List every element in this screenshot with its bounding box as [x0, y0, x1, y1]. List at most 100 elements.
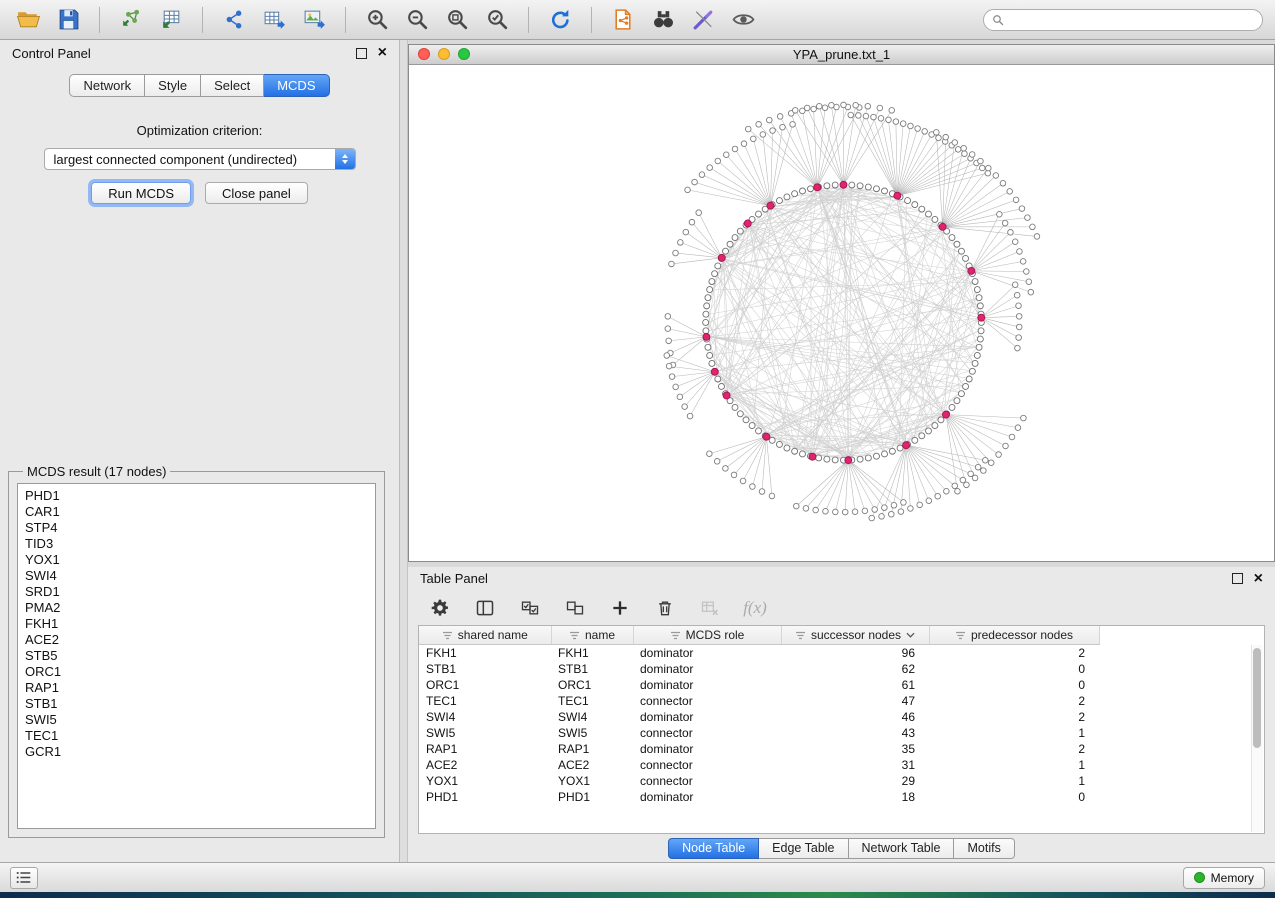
show-column-panel-button[interactable] [473, 596, 497, 620]
network-dominator-node[interactable] [978, 314, 985, 321]
network-leaf-node[interactable] [1030, 224, 1036, 230]
network-node[interactable] [977, 303, 983, 309]
network-leaf-node[interactable] [1016, 324, 1022, 330]
tab-edge-table[interactable]: Edge Table [759, 838, 848, 859]
mcds-result-item[interactable]: ORC1 [25, 664, 368, 680]
network-node[interactable] [978, 328, 984, 334]
network-leaf-node[interactable] [1013, 197, 1019, 203]
network-node[interactable] [776, 198, 782, 204]
network-leaf-node[interactable] [936, 135, 942, 141]
network-node[interactable] [969, 368, 975, 374]
table-row[interactable]: SWI4SWI4dominator462 [419, 709, 1099, 725]
network-node[interactable] [912, 202, 918, 208]
cell-mcds-role[interactable]: connector [633, 725, 781, 741]
network-leaf-node[interactable] [871, 114, 877, 120]
network-leaf-node[interactable] [1002, 220, 1008, 226]
cell-shared-name[interactable]: PHD1 [419, 789, 551, 805]
network-leaf-node[interactable] [777, 114, 783, 120]
network-leaf-node[interactable] [882, 505, 888, 511]
network-leaf-node[interactable] [723, 152, 729, 158]
network-leaf-node[interactable] [669, 374, 675, 380]
import-network-button[interactable] [115, 5, 147, 35]
cell-shared-name[interactable]: SWI4 [419, 709, 551, 725]
network-node[interactable] [905, 198, 911, 204]
network-leaf-node[interactable] [972, 475, 978, 481]
network-leaf-node[interactable] [908, 123, 914, 129]
float-table-panel-icon[interactable] [1232, 573, 1243, 584]
cell-mcds-role[interactable]: dominator [633, 789, 781, 805]
network-node[interactable] [737, 411, 743, 417]
cell-mcds-role[interactable]: dominator [633, 661, 781, 677]
network-leaf-node[interactable] [780, 124, 786, 130]
network-node[interactable] [776, 441, 782, 447]
network-node[interactable] [703, 328, 709, 334]
network-leaf-node[interactable] [770, 128, 776, 134]
network-leaf-node[interactable] [1026, 279, 1032, 285]
network-leaf-node[interactable] [822, 105, 828, 111]
network-leaf-node[interactable] [816, 103, 822, 109]
network-leaf-node[interactable] [853, 102, 859, 108]
network-leaf-node[interactable] [689, 219, 695, 225]
cell-mcds-role[interactable]: dominator [633, 709, 781, 725]
network-leaf-node[interactable] [975, 464, 981, 470]
network-canvas[interactable] [409, 65, 1274, 561]
network-leaf-node[interactable] [842, 509, 848, 515]
cell-name[interactable]: ACE2 [551, 757, 633, 773]
network-leaf-node[interactable] [865, 103, 871, 109]
network-leaf-node[interactable] [955, 147, 961, 153]
network-leaf-node[interactable] [878, 116, 884, 122]
network-leaf-node[interactable] [751, 136, 757, 142]
network-node[interactable] [727, 241, 733, 247]
float-panel-icon[interactable] [356, 48, 367, 59]
network-leaf-node[interactable] [699, 172, 705, 178]
network-node[interactable] [882, 188, 888, 194]
network-node[interactable] [865, 184, 871, 190]
network-node[interactable] [718, 383, 724, 389]
network-leaf-node[interactable] [829, 102, 835, 108]
cell-successor-nodes[interactable]: 96 [781, 645, 929, 662]
network-leaf-node[interactable] [848, 112, 854, 118]
network-node[interactable] [966, 376, 972, 382]
table-row[interactable]: SWI5SWI5connector431 [419, 725, 1099, 741]
mcds-result-item[interactable]: TID3 [25, 536, 368, 552]
cell-predecessor-nodes[interactable]: 2 [929, 709, 1099, 725]
network-node[interactable] [799, 188, 805, 194]
network-node[interactable] [732, 235, 738, 241]
network-leaf-node[interactable] [696, 210, 702, 216]
network-node[interactable] [958, 248, 964, 254]
network-leaf-node[interactable] [833, 509, 839, 515]
refresh-view-button[interactable] [544, 5, 576, 35]
network-node[interactable] [705, 295, 711, 301]
network-leaf-node[interactable] [714, 458, 720, 464]
network-leaf-node[interactable] [813, 507, 819, 513]
export-table-button[interactable] [258, 5, 290, 35]
network-leaf-node[interactable] [934, 130, 940, 136]
column-header-successor-nodes[interactable]: successor nodes [781, 626, 929, 645]
network-node[interactable] [799, 451, 805, 457]
tab-motifs[interactable]: Motifs [954, 838, 1014, 859]
table-row[interactable]: ACE2ACE2connector311 [419, 757, 1099, 773]
export-image-button[interactable] [298, 5, 330, 35]
select-all-button[interactable] [518, 596, 542, 620]
network-leaf-node[interactable] [1014, 292, 1020, 298]
cell-name[interactable]: RAP1 [551, 741, 633, 757]
network-node[interactable] [743, 417, 749, 423]
network-leaf-node[interactable] [872, 507, 878, 513]
network-dominator-node[interactable] [942, 411, 949, 418]
network-leaf-node[interactable] [1016, 335, 1022, 341]
network-node[interactable] [824, 456, 830, 462]
network-leaf-node[interactable] [908, 506, 914, 512]
network-node[interactable] [972, 279, 978, 285]
network-leaf-node[interactable] [1008, 229, 1014, 235]
status-menu-button[interactable] [10, 867, 38, 889]
share-document-button[interactable] [607, 5, 639, 35]
network-leaf-node[interactable] [1003, 443, 1009, 449]
network-leaf-node[interactable] [769, 493, 775, 499]
network-node[interactable] [963, 383, 969, 389]
network-leaf-node[interactable] [756, 121, 762, 127]
cell-name[interactable]: PHD1 [551, 789, 633, 805]
table-row[interactable]: PHD1PHD1dominator180 [419, 789, 1099, 805]
network-node[interactable] [755, 211, 761, 217]
network-node[interactable] [784, 445, 790, 451]
network-leaf-node[interactable] [664, 353, 670, 359]
